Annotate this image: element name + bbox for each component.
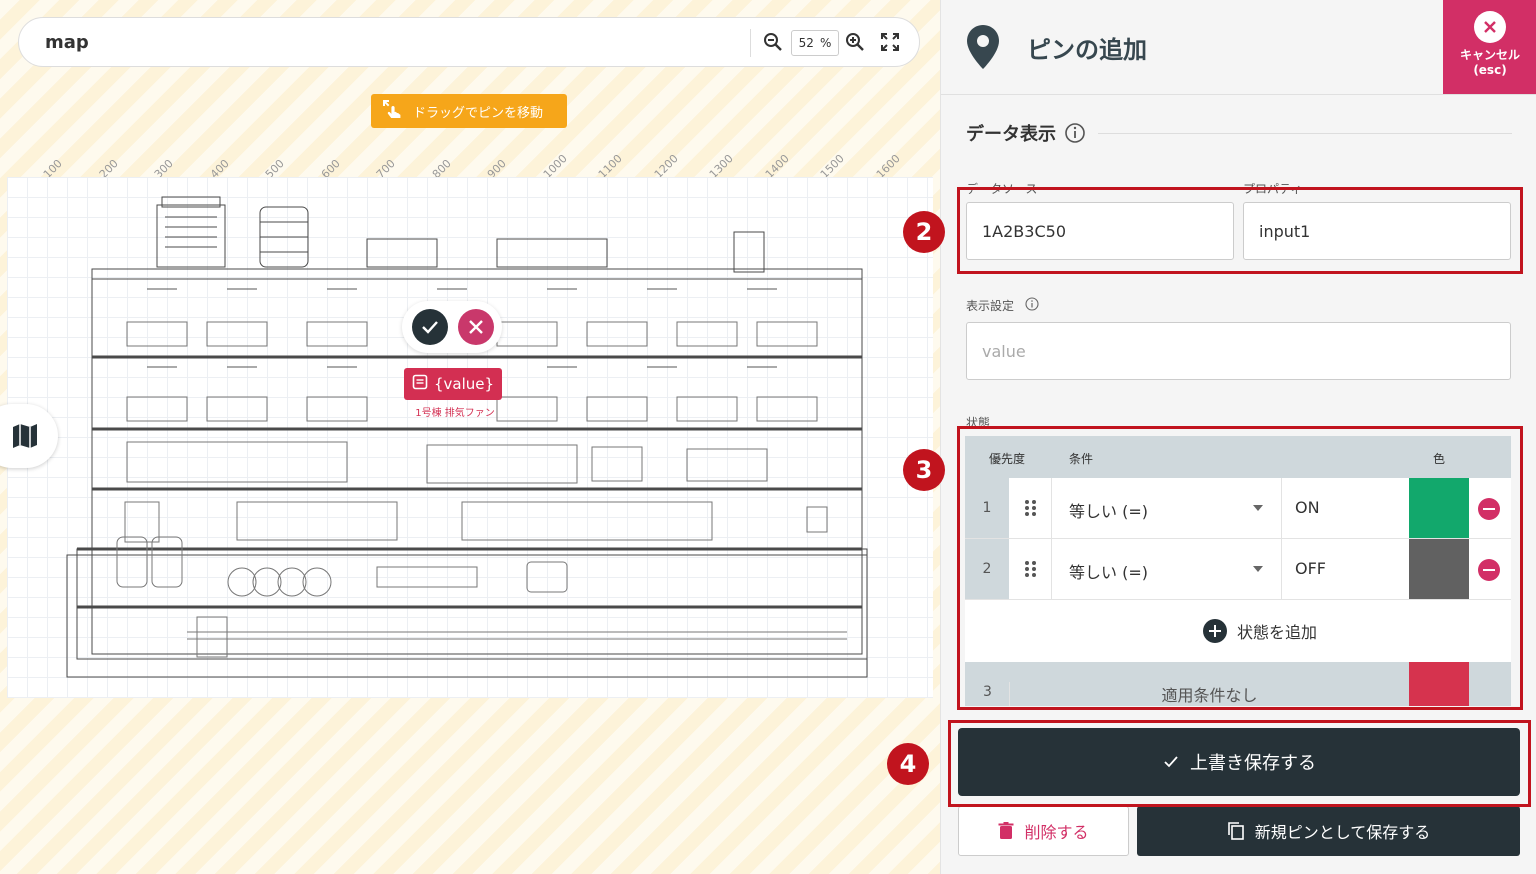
trash-icon — [998, 822, 1014, 839]
info-icon[interactable] — [1064, 122, 1086, 144]
remove-row-icon[interactable] — [1478, 559, 1500, 581]
datasource-label: データソース — [966, 182, 1038, 196]
info-icon[interactable] — [1025, 297, 1039, 311]
row-priority: 2 — [965, 539, 1009, 599]
property-label: プロパティ — [1243, 182, 1303, 196]
datasource-field[interactable]: 1A2B3C50 — [966, 202, 1234, 260]
default-state-row: 3 適用条件なし — [965, 662, 1511, 706]
condition-value-field[interactable]: OFF — [1295, 559, 1326, 578]
zoom-unit: % — [819, 36, 832, 50]
map-pin-marker[interactable]: {value} — [404, 368, 502, 400]
panel-header: ピンの追加 キャンセル (esc) — [941, 0, 1536, 95]
state-row: 2 等しい (=) OFF — [965, 539, 1511, 600]
remove-row-icon[interactable] — [1478, 498, 1500, 520]
state-table: 優先度 条件 色 1 等しい (=) ON 2 等しい (=) OFF 状態を追… — [965, 436, 1511, 706]
drag-hint-banner: ドラッグでピンを移動 — [371, 94, 567, 128]
plus-icon — [1202, 619, 1227, 643]
zoom-out-icon[interactable] — [762, 31, 784, 53]
zoom-level-input[interactable]: 52 % — [791, 30, 839, 56]
priority-header: 優先度 — [989, 452, 1026, 466]
add-state-button[interactable]: 状態を追加 — [1009, 600, 1511, 662]
location-pin-icon — [967, 25, 999, 69]
save-as-new-button[interactable]: 新規ピンとして保存する — [1137, 806, 1520, 856]
map-area[interactable]: map 52 % ドラッグでピンを移動 100 200 300 400 500 600 70… — [0, 0, 940, 874]
row-divider — [1281, 478, 1282, 538]
toolbar-divider — [750, 29, 751, 57]
save-as-label: 新規ピンとして保存する — [1254, 823, 1431, 842]
pin-label-text: {value} — [433, 375, 495, 393]
pin-editor-panel: ピンの追加 キャンセル (esc) データ表示 データソース プロパティ 1A2… — [940, 0, 1536, 874]
condition-select[interactable]: 等しい (=) — [1069, 498, 1148, 522]
color-swatch[interactable] — [1409, 539, 1469, 599]
building-section-drawing — [66, 196, 868, 678]
map-title: map — [45, 32, 89, 53]
cancel-button[interactable]: キャンセル (esc) — [1443, 0, 1536, 94]
fullscreen-icon[interactable] — [879, 31, 901, 53]
step-4-badge: 4 — [887, 743, 929, 785]
drag-hint-text: ドラッグでピンを移動 — [413, 105, 544, 121]
save-label: 上書き保存する — [1190, 753, 1316, 774]
copy-icon — [1227, 822, 1244, 840]
check-icon — [422, 321, 438, 334]
state-label: 状態 — [966, 416, 991, 430]
pin-action-popup — [402, 301, 502, 353]
state-table-header: 優先度 条件 色 — [965, 436, 1511, 478]
data-display-section-header: データ表示 — [966, 118, 1512, 148]
pin-confirm-button[interactable] — [412, 309, 448, 345]
color-swatch[interactable] — [1409, 662, 1469, 706]
chevron-down-icon[interactable] — [1253, 505, 1263, 511]
row-priority: 1 — [965, 478, 1009, 538]
horizontal-ruler: 100 200 300 400 500 600 700 800 900 1000 1100 1200 1… — [40, 140, 920, 181]
section-title: データ表示 — [966, 124, 1056, 145]
panel-title: ピンの追加 — [1027, 36, 1147, 64]
condition-value-field[interactable]: ON — [1295, 498, 1320, 517]
overwrite-save-button[interactable]: 上書き保存する — [958, 728, 1520, 796]
color-header: 色 — [1433, 452, 1446, 466]
row-priority: 3 — [983, 684, 992, 700]
cancel-shortcut: (esc) — [1473, 63, 1507, 77]
default-state-label: 適用条件なし — [1009, 682, 1409, 706]
map-toolbar: map 52 % — [18, 17, 920, 67]
section-divider — [1098, 133, 1512, 134]
data-pin-icon — [412, 374, 428, 394]
drag-handle-icon[interactable] — [1009, 539, 1052, 599]
display-setting-label: 表示設定 — [966, 299, 1015, 313]
state-row: 1 等しい (=) ON — [965, 478, 1511, 539]
pin-discard-button[interactable] — [458, 309, 494, 345]
chevron-down-icon[interactable] — [1253, 566, 1263, 572]
property-field[interactable]: input1 — [1243, 202, 1511, 260]
condition-select[interactable]: 等しい (=) — [1069, 559, 1148, 583]
cancel-label: キャンセル — [1459, 48, 1520, 62]
row-divider — [1281, 539, 1282, 599]
close-icon — [469, 320, 483, 334]
display-setting-field[interactable]: value — [966, 322, 1511, 380]
close-icon — [1474, 11, 1506, 43]
delete-label: 削除する — [1024, 823, 1089, 842]
floorplan-drawing[interactable] — [7, 177, 933, 698]
zoom-value: 52 — [798, 36, 814, 50]
condition-header: 条件 — [1069, 452, 1094, 466]
color-swatch[interactable] — [1409, 478, 1469, 538]
map-icon — [13, 424, 37, 448]
zoom-in-icon[interactable] — [844, 31, 866, 53]
step-3-badge: 3 — [903, 449, 945, 491]
delete-button[interactable]: 削除する — [958, 806, 1129, 856]
pin-subtitle: 1号棟 排気ファン — [415, 408, 495, 419]
add-state-label: 状態を追加 — [1236, 623, 1317, 642]
step-2-badge: 2 — [903, 211, 945, 253]
check-icon — [1164, 756, 1178, 768]
drag-hand-icon — [381, 98, 405, 124]
drag-handle-icon[interactable] — [1009, 478, 1052, 538]
